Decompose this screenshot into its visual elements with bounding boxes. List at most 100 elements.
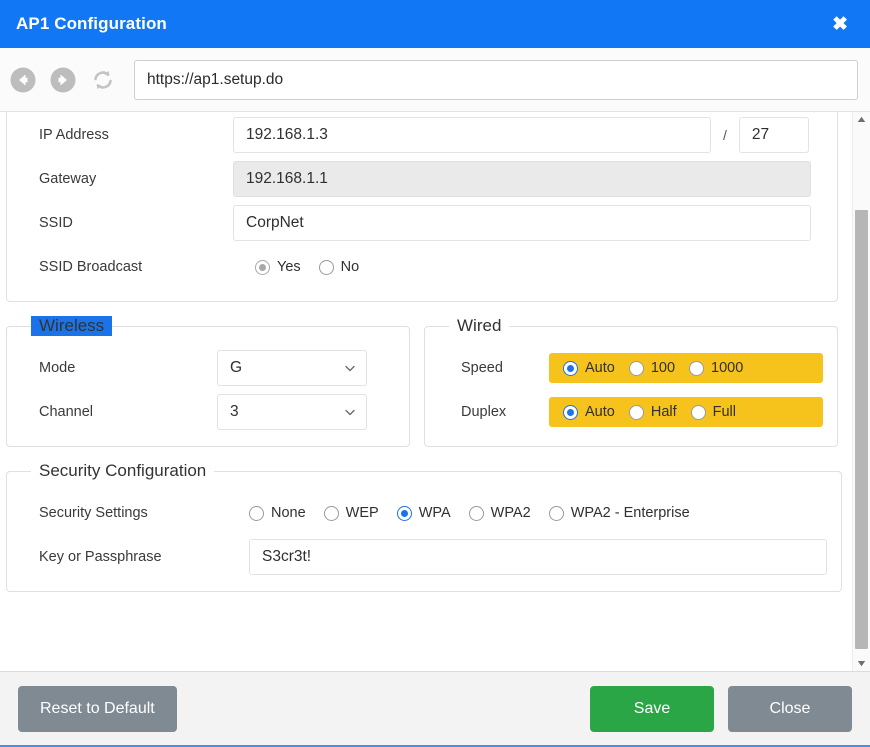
wired-duplex-row: Duplex Auto Half [439,390,823,434]
wired-speed-auto-label: Auto [585,360,615,376]
scroll-up-arrow-icon[interactable] [853,112,870,127]
radio-dot-icon [249,506,264,521]
wireless-panel: Wireless Mode G Channel 3 [6,316,410,447]
close-button[interactable]: Close [728,686,852,732]
gateway-input: 192.168.1.1 [233,161,811,197]
window-title: AP1 Configuration [16,14,167,34]
wired-speed-option-100[interactable]: 100 [629,360,675,376]
wired-speed-1000-label: 1000 [711,360,743,376]
wired-panel: Wired Speed Auto 100 [424,316,838,447]
security-settings-label: Security Settings [21,505,249,521]
wireless-channel-value: 3 [230,403,239,421]
cidr-prefix-input[interactable]: 27 [739,117,809,153]
chevron-down-icon [344,362,356,374]
wired-speed-100-label: 100 [651,360,675,376]
ip-address-input[interactable]: 192.168.1.3 [233,117,711,153]
refresh-icon[interactable] [88,65,118,95]
chevron-down-icon [344,406,356,418]
forward-arrow-icon[interactable] [48,65,78,95]
security-none-label: None [271,505,306,521]
cidr-separator: / [723,127,727,143]
wired-duplex-full-label: Full [713,404,736,420]
network-settings-panel: IP Address 192.168.1.3 / 27 Gateway 192.… [6,112,838,302]
ssid-label: SSID [21,215,233,231]
passphrase-input[interactable]: S3cr3t! [249,539,827,575]
radio-dot-icon [691,405,706,420]
scrollbar-thumb[interactable] [855,210,868,649]
ssid-broadcast-option-no[interactable]: No [319,259,360,275]
wired-legend: Wired [449,316,509,336]
wireless-wired-columns: Wireless Mode G Channel 3 [6,316,838,461]
security-legend: Security Configuration [31,461,214,481]
scroll-down-arrow-icon[interactable] [853,656,870,671]
footer-actions: Save Close [590,686,852,732]
save-button[interactable]: Save [590,686,714,732]
ssid-broadcast-label: SSID Broadcast [21,259,233,275]
window-title-bar: AP1 Configuration ✖ [0,0,870,48]
wireless-mode-label: Mode [21,360,217,376]
radio-dot-icon [324,506,339,521]
wired-duplex-auto-label: Auto [585,404,615,420]
dialog-footer: Reset to Default Save Close [0,671,870,747]
wireless-mode-select[interactable]: G [217,350,367,386]
radio-dot-icon [689,361,704,376]
wireless-channel-row: Channel 3 [21,390,395,434]
wired-speed-row: Speed Auto 100 [439,346,823,390]
wireless-mode-value: G [230,359,242,377]
back-arrow-icon[interactable] [8,65,38,95]
ssid-broadcast-yes-label: Yes [277,259,301,275]
wired-duplex-option-full[interactable]: Full [691,404,736,420]
security-wpa2-enterprise-label: WPA2 - Enterprise [571,505,690,521]
page-body: IP Address 192.168.1.3 / 27 Gateway 192.… [0,112,870,671]
radio-dot-icon [255,260,270,275]
radio-dot-icon [469,506,484,521]
wired-duplex-radio-group: Auto Half Full [549,397,823,427]
security-option-none[interactable]: None [249,505,306,521]
radio-dot-icon [629,361,644,376]
radio-dot-icon [319,260,334,275]
gateway-label: Gateway [21,171,233,187]
gateway-row: Gateway 192.168.1.1 [21,157,823,201]
wired-duplex-label: Duplex [439,404,549,420]
radio-dot-icon [549,506,564,521]
wireless-channel-label: Channel [21,404,217,420]
security-option-wpa[interactable]: WPA [397,505,451,521]
ssid-broadcast-option-yes[interactable]: Yes [255,259,301,275]
wired-speed-label: Speed [439,360,549,376]
security-configuration-panel: Security Configuration Security Settings… [6,461,842,592]
wired-speed-option-1000[interactable]: 1000 [689,360,743,376]
radio-dot-icon [397,506,412,521]
ip-address-label: IP Address [21,127,233,143]
security-settings-radio-group: None WEP WPA WPA2 [249,505,690,521]
passphrase-label: Key or Passphrase [21,549,249,565]
wireless-mode-row: Mode G [21,346,395,390]
security-wpa2-label: WPA2 [491,505,531,521]
security-option-wpa2-enterprise[interactable]: WPA2 - Enterprise [549,505,690,521]
wireless-legend: Wireless [31,316,112,336]
security-option-wep[interactable]: WEP [324,505,379,521]
wired-duplex-option-auto[interactable]: Auto [563,404,615,420]
settings-scroll-area: IP Address 192.168.1.3 / 27 Gateway 192.… [0,112,852,671]
security-wep-label: WEP [346,505,379,521]
ap-configuration-window: AP1 Configuration ✖ https://ap1.setup. [0,0,870,747]
ip-address-row: IP Address 192.168.1.3 / 27 [21,113,823,157]
wired-speed-radio-group: Auto 100 1000 [549,353,823,383]
wired-duplex-option-half[interactable]: Half [629,404,677,420]
radio-dot-icon [563,405,578,420]
ssid-broadcast-row: SSID Broadcast Yes No [21,245,823,289]
passphrase-row: Key or Passphrase S3cr3t! [21,535,827,579]
radio-dot-icon [563,361,578,376]
url-input[interactable]: https://ap1.setup.do [134,60,858,100]
wired-duplex-half-label: Half [651,404,677,420]
wired-speed-option-auto[interactable]: Auto [563,360,615,376]
reset-to-default-button[interactable]: Reset to Default [18,686,177,732]
security-wpa-label: WPA [419,505,451,521]
security-option-wpa2[interactable]: WPA2 [469,505,531,521]
ssid-input[interactable]: CorpNet [233,205,811,241]
vertical-scrollbar[interactable] [852,112,870,671]
ssid-row: SSID CorpNet [21,201,823,245]
wireless-channel-select[interactable]: 3 [217,394,367,430]
close-x-icon[interactable]: ✖ [828,13,852,36]
browser-toolbar: https://ap1.setup.do [0,48,870,112]
security-settings-row: Security Settings None WEP WPA [21,491,827,535]
